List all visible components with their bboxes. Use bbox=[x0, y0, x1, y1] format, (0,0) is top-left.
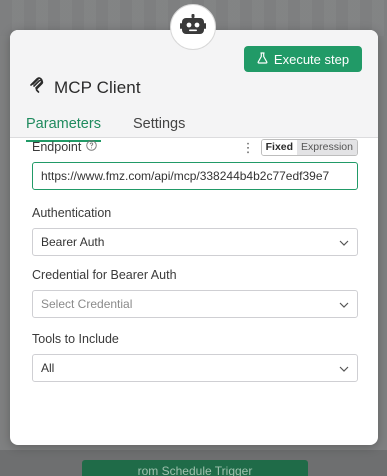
endpoint-label: Endpoint bbox=[32, 140, 98, 154]
endpoint-mode-group: ⋮ Fixed Expression bbox=[242, 138, 358, 156]
authentication-field: Authentication Bearer Auth bbox=[32, 204, 358, 256]
mode-toggle: Fixed Expression bbox=[260, 138, 358, 156]
parameters-panel: Endpoint ⋮ Fixed Expression https://www.… bbox=[10, 120, 378, 445]
tools-label: Tools to Include bbox=[32, 332, 119, 346]
mode-expression-option[interactable]: Expression bbox=[297, 139, 357, 155]
execute-step-button[interactable]: Execute step bbox=[244, 46, 362, 72]
credential-label: Credential for Bearer Auth bbox=[32, 268, 177, 282]
flask-icon bbox=[257, 51, 268, 67]
robot-icon bbox=[180, 13, 206, 41]
authentication-value: Bearer Auth bbox=[41, 235, 105, 249]
mcp-logo-icon bbox=[28, 76, 46, 99]
authentication-select[interactable]: Bearer Auth bbox=[32, 228, 358, 256]
help-icon[interactable] bbox=[86, 140, 98, 154]
background-node-button: rom Schedule Trigger bbox=[82, 460, 308, 476]
tools-field: Tools to Include All bbox=[32, 330, 358, 382]
tools-value: All bbox=[41, 361, 55, 375]
authentication-label: Authentication bbox=[32, 206, 112, 220]
options-menu-icon[interactable]: ⋮ bbox=[242, 141, 255, 154]
endpoint-input[interactable]: https://www.fmz.com/api/mcp/338244b4b2c7… bbox=[32, 162, 358, 190]
execute-step-label: Execute step bbox=[273, 51, 350, 67]
node-title[interactable]: MCP Client bbox=[54, 78, 141, 98]
credential-placeholder: Select Credential bbox=[41, 297, 133, 311]
tools-select[interactable]: All bbox=[32, 354, 358, 382]
node-type-badge bbox=[170, 4, 216, 50]
credential-field: Credential for Bearer Auth Select Creden… bbox=[32, 266, 358, 318]
title-row: MCP Client bbox=[28, 76, 141, 99]
credential-select[interactable]: Select Credential bbox=[32, 290, 358, 318]
endpoint-field: Endpoint ⋮ Fixed Expression https://www.… bbox=[32, 138, 358, 190]
mode-fixed-option[interactable]: Fixed bbox=[261, 139, 298, 155]
